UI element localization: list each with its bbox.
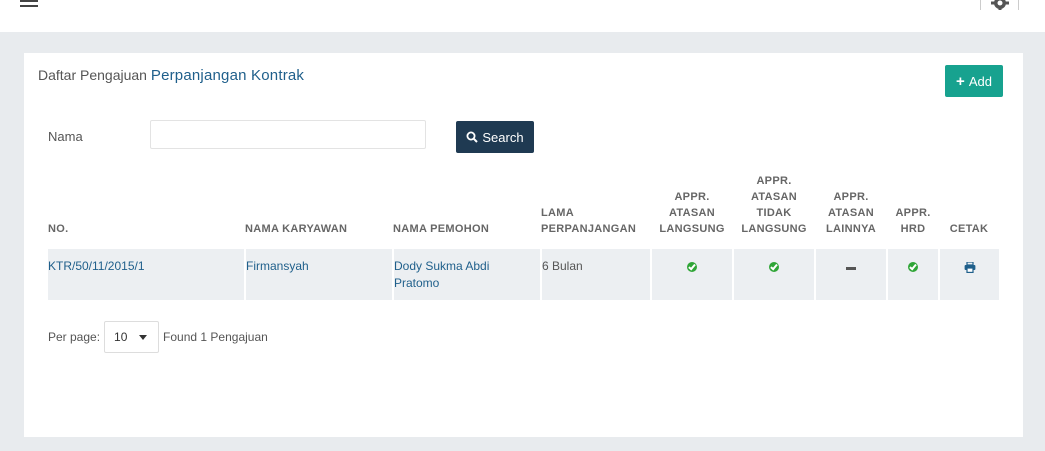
cell-cetak [939, 249, 999, 300]
caret-down-icon [139, 334, 148, 340]
add-button-label: Add [968, 73, 992, 89]
check-circle-icon [769, 262, 779, 272]
contract-extension-table: NO. NAMA KARYAWAN NAMA PEMOHON LAMA PERPA… [48, 159, 999, 300]
dash-icon [846, 267, 856, 270]
cell-nama-karyawan[interactable]: Firmansyah [245, 249, 394, 300]
col-header-appr-atasan-tidak-langsung[interactable]: APPR. ATASAN TIDAK LANGSUNG [733, 159, 815, 249]
check-circle-icon [687, 262, 697, 272]
cell-appr-atasan-tidak-langsung [733, 249, 816, 300]
col-header-appr-hrd[interactable]: APPR. HRD [887, 159, 939, 249]
cell-nama-pemohon[interactable]: Dody Sukma Abdi Pratomo [393, 249, 542, 300]
top-navbar [0, 0, 1045, 32]
col-header-appr-atasan-lainnya[interactable]: APPR. ATASAN LAINNYA [815, 159, 887, 249]
col-header-cetak: CETAK [949, 223, 989, 235]
cell-appr-atasan-lainnya [815, 249, 888, 300]
table-footer: Per page: 10 Found 1 Pengajuan [48, 321, 268, 353]
search-button-label: Search [482, 129, 524, 145]
table-row: KTR/50/11/2015/1 Firmansyah Dody Sukma A… [48, 249, 999, 300]
hamburger-icon[interactable] [20, 0, 38, 12]
navbar-divider [1018, 0, 1019, 10]
printer-icon[interactable] [964, 261, 976, 274]
col-header-no[interactable]: NO. [48, 159, 245, 249]
gear-icon[interactable] [990, 0, 1010, 10]
page-title-prefix: Daftar Pengajuan [38, 67, 147, 83]
nama-search-input[interactable] [150, 120, 426, 149]
col-header-lama-perpanjangan[interactable]: LAMA PERPANJANGAN [541, 159, 651, 249]
cell-lama-perpanjangan: 6 Bulan [541, 249, 652, 300]
nama-label: Nama [48, 129, 83, 144]
col-header-nama-karyawan[interactable]: NAMA KARYAWAN [245, 159, 393, 249]
per-page-value: 10 [114, 330, 128, 344]
cell-no[interactable]: KTR/50/11/2015/1 [48, 249, 246, 300]
cell-appr-hrd [887, 249, 940, 300]
found-count: Found 1 Pengajuan [163, 330, 268, 344]
page-title-highlight: Perpanjangan Kontrak [150, 67, 305, 84]
page-title: Daftar Pengajuan Perpanjangan Kontrak [38, 67, 304, 84]
per-page-select[interactable]: 10 [104, 321, 160, 353]
magnifier-icon [466, 131, 479, 143]
check-circle-icon [908, 262, 918, 272]
search-button[interactable]: Search [456, 121, 534, 153]
table-header-row: NO. NAMA KARYAWAN NAMA PEMOHON LAMA PERPA… [48, 159, 999, 249]
content-panel: Daftar Pengajuan Perpanjangan Kontrak + … [24, 53, 1023, 437]
navbar-divider [980, 0, 981, 10]
col-header-appr-atasan-langsung[interactable]: APPR. ATASAN LANGSUNG [651, 159, 733, 249]
cell-appr-atasan-langsung [651, 249, 734, 300]
col-header-nama-pemohon[interactable]: NAMA PEMOHON [393, 159, 541, 249]
per-page-label: Per page: [48, 330, 101, 344]
add-button[interactable]: + Add [945, 65, 1003, 97]
plus-icon: + [956, 72, 965, 90]
